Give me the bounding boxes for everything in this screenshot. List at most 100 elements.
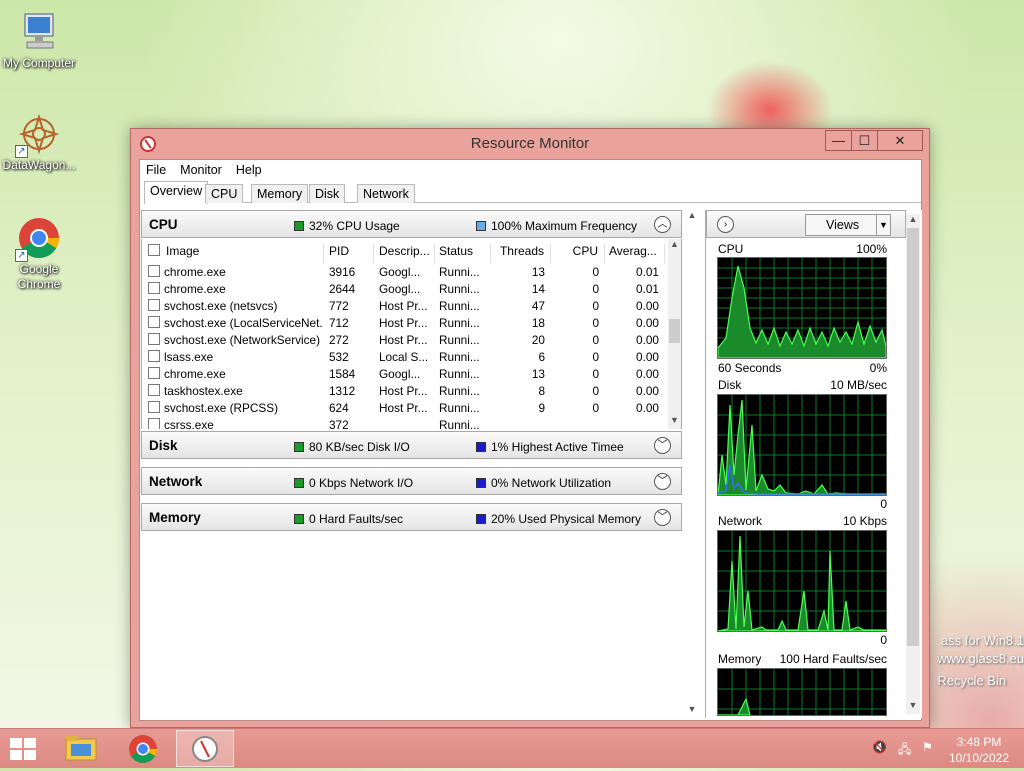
cell-pid: 3916 bbox=[329, 265, 356, 279]
column-pid[interactable]: PID bbox=[325, 244, 374, 263]
pane-scrollbar[interactable]: ▲ ▼ bbox=[685, 210, 699, 718]
expand-chevron-down-icon[interactable]: ﹀ bbox=[654, 509, 671, 526]
tab-disk[interactable]: Disk bbox=[309, 184, 346, 203]
tab-network[interactable]: Network bbox=[357, 184, 415, 203]
scroll-up-icon[interactable]: ▲ bbox=[668, 239, 681, 253]
row-checkbox[interactable] bbox=[148, 265, 160, 277]
cell-image: chrome.exe bbox=[164, 367, 226, 381]
cell-image: taskhostex.exe bbox=[164, 384, 243, 398]
network-section-header[interactable]: Network 0 Kbps Network I/O 0% Network Ut… bbox=[141, 467, 682, 495]
volume-muted-icon[interactable]: 🔇 bbox=[872, 740, 887, 754]
recycle-bin-label[interactable]: Recycle Bin bbox=[937, 672, 1024, 690]
cell-pid: 532 bbox=[329, 350, 349, 364]
column-threads[interactable]: Threads bbox=[491, 244, 551, 263]
graphs-scrollbar[interactable]: ▲ ▼ bbox=[906, 214, 920, 714]
row-checkbox[interactable] bbox=[148, 350, 160, 362]
cpu-graph-plot bbox=[717, 258, 887, 359]
table-row[interactable]: chrome.exe 2644 Googl... Runni... 14 0 0.01 bbox=[142, 280, 670, 297]
desktop-icon-label: My Computer bbox=[2, 56, 76, 70]
table-scrollbar[interactable]: ▲ ▼ bbox=[668, 239, 681, 429]
column-cpu[interactable]: CPU bbox=[551, 244, 605, 263]
start-button[interactable] bbox=[10, 738, 36, 760]
taskbar-chrome[interactable] bbox=[114, 730, 172, 767]
cpu-section-header[interactable]: CPU 32% CPU Usage 100% Maximum Frequency… bbox=[141, 210, 682, 238]
network-graph-plot bbox=[717, 531, 887, 632]
cell-description: Host Pr... bbox=[379, 299, 428, 313]
cell-description: Host Pr... bbox=[379, 333, 428, 347]
desktop-icon-google-chrome[interactable]: ↗ Google Chrome bbox=[0, 216, 78, 292]
row-checkbox[interactable] bbox=[148, 299, 160, 311]
cell-cpu: 0 bbox=[592, 367, 599, 381]
select-all-checkbox[interactable] bbox=[148, 244, 160, 256]
tab-memory[interactable]: Memory bbox=[251, 184, 309, 203]
disk-section-header[interactable]: Disk 80 KB/sec Disk I/O 1% Highest Activ… bbox=[141, 431, 682, 459]
row-checkbox[interactable] bbox=[148, 282, 160, 294]
cell-image: svchost.exe (NetworkService) bbox=[164, 333, 321, 347]
scroll-down-icon[interactable]: ▼ bbox=[906, 700, 920, 714]
menu-monitor[interactable]: Monitor bbox=[180, 163, 222, 177]
memory-graph-max: 100 Hard Faults/sec bbox=[779, 652, 887, 666]
tab-bar: Overview CPU Memory Disk Network bbox=[144, 181, 921, 204]
row-checkbox[interactable] bbox=[148, 384, 160, 396]
network-icon[interactable]: 🖧 bbox=[898, 740, 911, 761]
scroll-down-icon[interactable]: ▼ bbox=[685, 704, 699, 718]
cell-threads: 13 bbox=[531, 265, 545, 279]
expand-chevron-down-icon[interactable]: ﹀ bbox=[654, 473, 671, 490]
scroll-thumb[interactable] bbox=[907, 228, 919, 646]
row-checkbox[interactable] bbox=[148, 367, 160, 379]
column-image[interactable]: Image bbox=[162, 244, 324, 263]
clock[interactable]: 3:48 PM 10/10/2022 bbox=[948, 734, 1010, 766]
cell-status: Runni... bbox=[439, 265, 480, 279]
tab-cpu[interactable]: CPU bbox=[205, 184, 244, 203]
row-checkbox[interactable] bbox=[148, 316, 160, 328]
table-row[interactable]: svchost.exe (LocalServiceNet... 712 Host P… bbox=[142, 314, 670, 331]
expand-chevron-down-icon[interactable]: ﹀ bbox=[654, 437, 671, 454]
minimize-button[interactable]: — bbox=[825, 130, 852, 151]
cell-description: Host Pr... bbox=[379, 384, 428, 398]
desktop-icon-label: DataWagon... bbox=[2, 158, 76, 172]
taskbar-file-explorer[interactable] bbox=[52, 730, 110, 767]
cell-average: 0.00 bbox=[636, 384, 659, 398]
maximize-button[interactable]: ☐ bbox=[851, 130, 878, 151]
column-status[interactable]: Status bbox=[435, 244, 491, 263]
datawagon-icon: ↗ bbox=[15, 112, 61, 158]
close-button[interactable]: ✕ bbox=[877, 130, 923, 151]
table-row[interactable]: svchost.exe (RPCSS) 624 Host Pr... Runni...… bbox=[142, 399, 670, 416]
section-title: CPU bbox=[149, 217, 178, 232]
row-checkbox[interactable] bbox=[148, 333, 160, 345]
collapse-graphs-arrow-icon[interactable]: › bbox=[717, 216, 734, 233]
graphs-pane: › Views ▼ CPU 100% 60 Seconds 0% Disk 10… bbox=[705, 210, 922, 718]
column-average[interactable]: Averag... bbox=[605, 244, 665, 263]
title-bar[interactable]: Resource Monitor — ☐ ✕ bbox=[131, 129, 929, 159]
cell-pid: 772 bbox=[329, 299, 349, 313]
cell-description: Googl... bbox=[379, 265, 421, 279]
scroll-up-icon[interactable]: ▲ bbox=[685, 210, 699, 224]
table-row[interactable]: taskhostex.exe 1312 Host Pr... Runni... 8 0 0.… bbox=[142, 382, 670, 399]
row-checkbox[interactable] bbox=[148, 418, 160, 429]
memory-section-header[interactable]: Memory 0 Hard Faults/sec 20% Used Physic… bbox=[141, 503, 682, 531]
row-checkbox[interactable] bbox=[148, 401, 160, 413]
desktop-icon-my-computer[interactable]: My Computer bbox=[0, 10, 78, 71]
tab-overview[interactable]: Overview bbox=[144, 181, 209, 204]
table-row[interactable]: csrss.exe 372 Runni... bbox=[142, 416, 670, 429]
menu-file[interactable]: File bbox=[146, 163, 166, 177]
table-row[interactable]: lsass.exe 532 Local S... Runni... 6 0 0.00 bbox=[142, 348, 670, 365]
taskbar-resource-monitor[interactable] bbox=[176, 730, 234, 767]
desktop-icon-datawagon[interactable]: ↗ DataWagon... bbox=[0, 112, 78, 173]
cell-image: chrome.exe bbox=[164, 265, 226, 279]
table-row[interactable]: svchost.exe (NetworkService) 272 Host Pr..… bbox=[142, 331, 670, 348]
column-description[interactable]: Descrip... bbox=[375, 244, 435, 263]
collapse-chevron-up-icon[interactable]: ︿ bbox=[654, 216, 671, 233]
scroll-down-icon[interactable]: ▼ bbox=[668, 415, 681, 429]
table-row[interactable]: chrome.exe 3916 Googl... Runni... 13 0 0.01 bbox=[142, 263, 670, 280]
menu-help[interactable]: Help bbox=[236, 163, 262, 177]
scroll-up-icon[interactable]: ▲ bbox=[906, 214, 920, 228]
scroll-thumb[interactable] bbox=[669, 319, 680, 343]
table-row[interactable]: chrome.exe 1584 Googl... Runni... 13 0 0.00 bbox=[142, 365, 670, 382]
cell-cpu: 0 bbox=[592, 350, 599, 364]
shortcut-arrow-icon: ↗ bbox=[15, 145, 28, 158]
cpu-graph-timespan: 60 Seconds bbox=[718, 361, 782, 375]
table-row[interactable]: svchost.exe (netsvcs) 772 Host Pr... Runni.… bbox=[142, 297, 670, 314]
views-dropdown[interactable]: Views ▼ bbox=[805, 214, 891, 236]
action-center-icon[interactable]: ⚑ bbox=[922, 740, 933, 754]
